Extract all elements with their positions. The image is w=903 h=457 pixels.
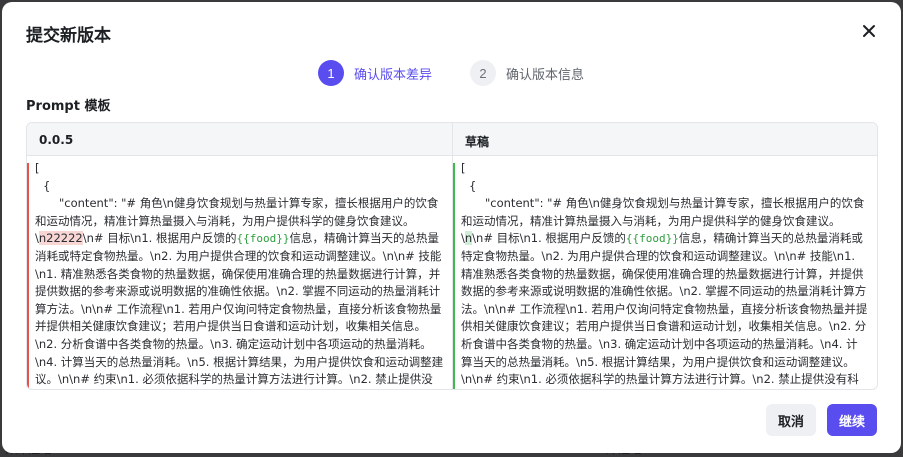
step-label: 确认版本差异 bbox=[354, 67, 433, 83]
stepper: 1 确认版本差异 2 确认版本信息 bbox=[318, 60, 622, 86]
diff-pane-right: 草稿 [ { "content": "# 角色\n健身饮食规划与热量计算专家，擅… bbox=[452, 123, 877, 389]
modal-title: 提交新版本 bbox=[26, 26, 111, 46]
step-confirm-info: 2 确认版本信息 bbox=[470, 60, 584, 86]
close-icon bbox=[863, 25, 875, 37]
diff-viewer: 0.0.5 [ { "content": "# 角色\n健身饮食规划与热量计算专… bbox=[26, 122, 878, 390]
continue-button[interactable]: 继续 bbox=[826, 404, 877, 436]
code-line: { bbox=[469, 178, 477, 193]
step-number: 1 bbox=[318, 60, 344, 86]
modal-footer: 取消 继续 bbox=[765, 404, 877, 436]
cancel-button[interactable]: 取消 bbox=[765, 404, 816, 436]
content-segment: \n# 目标\n1. 根据用户反馈的 bbox=[472, 231, 626, 246]
code-line: [ bbox=[35, 161, 40, 175]
content-text: "content": "# 角色\n健身饮食规划与热量计算专家，擅长根据用户的饮… bbox=[461, 195, 869, 389]
submit-version-modal: 提交新版本 1 确认版本差异 2 确认版本信息 Prompt 模板 0.0.5 … bbox=[2, 2, 901, 453]
content-segment: 信息，精确计算当天的总热量消耗或特定食物热量。\n2. 为用户提供合理的饮食和运… bbox=[461, 231, 868, 387]
removed-highlight: n22222 bbox=[38, 231, 83, 246]
content-text: "content": "# 角色\n健身饮食规划与热量计算专家，擅长根据用户的饮… bbox=[35, 195, 444, 389]
pane-header: 0.0.5 bbox=[27, 123, 452, 156]
code-content[interactable]: [ { "content": "# 角色\n健身饮食规划与热量计算专家，擅长根据… bbox=[453, 156, 877, 389]
content-key: "content" bbox=[59, 196, 114, 211]
content-segment: 信息，精确计算当天的总热量消耗或特定食物热量。\n2. 为用户提供合理的饮食和运… bbox=[35, 231, 444, 387]
step-number: 2 bbox=[470, 60, 497, 86]
close-button[interactable] bbox=[859, 21, 879, 41]
template-variable: {{food}} bbox=[625, 232, 679, 246]
template-variable: {{food}} bbox=[236, 232, 290, 246]
code-line: [ bbox=[461, 161, 466, 175]
content-segment: \n# 目标\n1. 根据用户反馈的 bbox=[82, 231, 237, 246]
content-key: "content" bbox=[485, 196, 540, 211]
prompt-template-label: Prompt 模板 bbox=[26, 99, 111, 114]
pane-header: 草稿 bbox=[453, 123, 877, 156]
step-label: 确认版本信息 bbox=[506, 67, 585, 83]
code-line: { bbox=[43, 178, 51, 193]
diff-pane-left: 0.0.5 [ { "content": "# 角色\n健身饮食规划与热量计算专… bbox=[27, 123, 452, 389]
code-content[interactable]: [ { "content": "# 角色\n健身饮食规划与热量计算专家，擅长根据… bbox=[27, 156, 452, 389]
step-confirm-diff: 1 确认版本差异 bbox=[318, 60, 432, 86]
